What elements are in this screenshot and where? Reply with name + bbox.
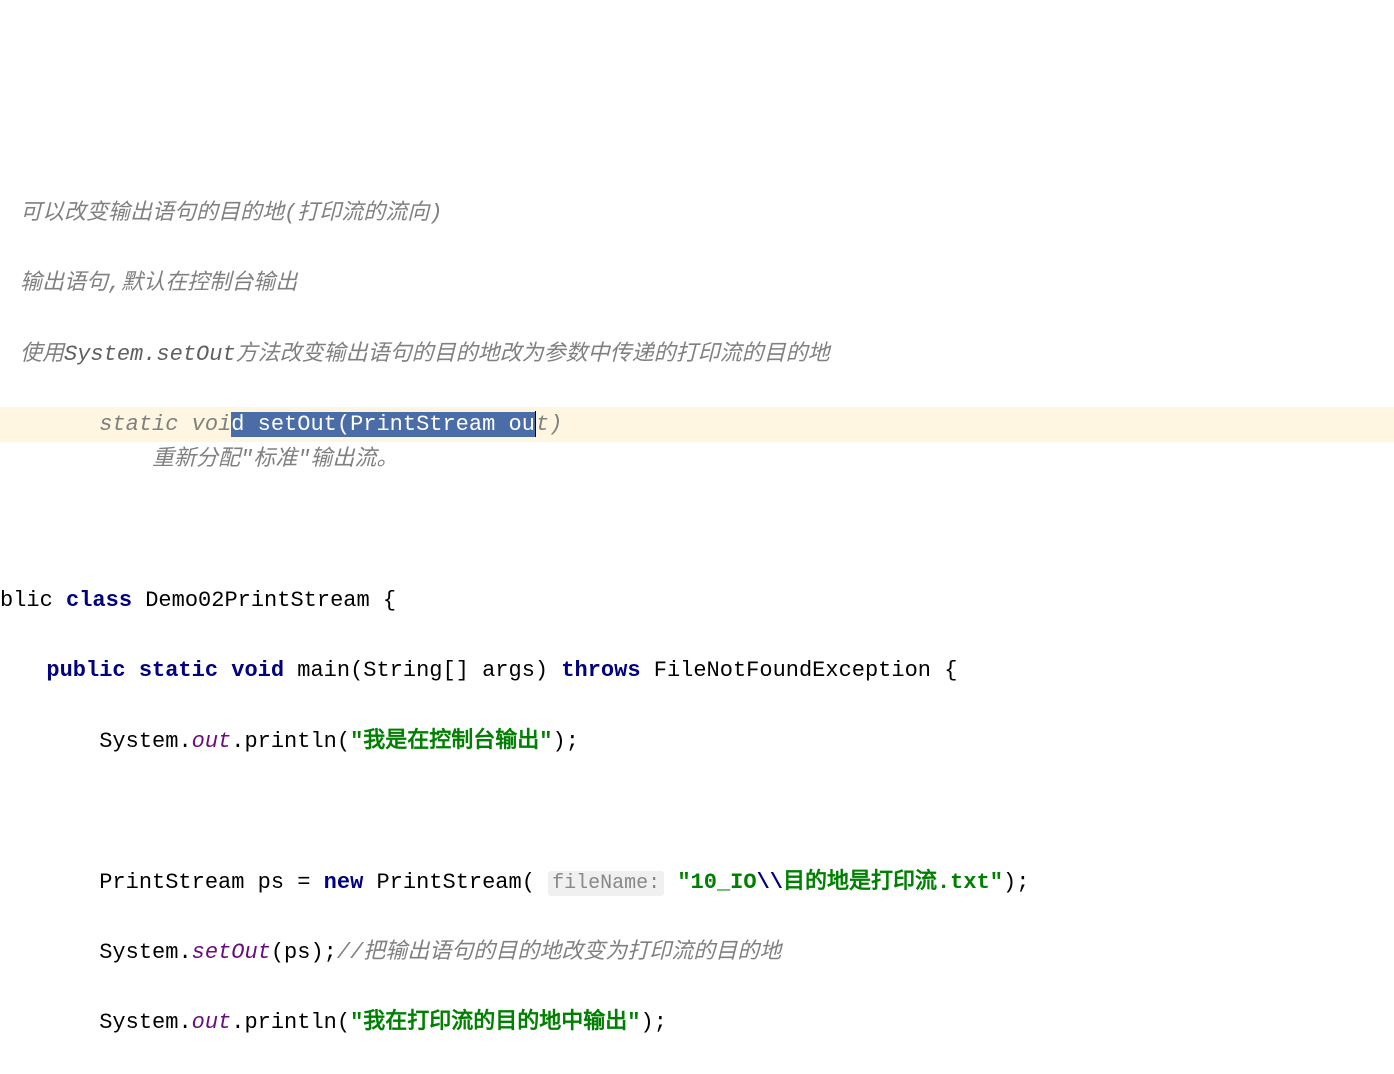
- comment-line-1: 可以改变输出语句的目的地(打印流的流向): [0, 196, 1394, 231]
- main-decl-line: public static void main(String[] args) t…: [0, 653, 1394, 688]
- println-line-2: System.out.println("我在打印流的目的地中输出");: [0, 1005, 1394, 1040]
- text-selection[interactable]: d setOut(PrintStream ou: [231, 412, 535, 437]
- comment-line-3: 使用System.setOut方法改变输出语句的目的地改为参数中传递的打印流的目…: [0, 337, 1394, 372]
- class-decl-line: blic class Demo02PrintStream {: [0, 583, 1394, 618]
- param-hint: fileName:: [548, 871, 664, 896]
- comment-line-2: 输出语句,默认在控制台输出: [0, 266, 1394, 301]
- setout-line: System.setOut(ps);//把输出语句的目的地改变为打印流的目的地: [0, 935, 1394, 970]
- code-editor[interactable]: 可以改变输出语句的目的地(打印流的流向) 输出语句,默认在控制台输出 使用Sys…: [0, 141, 1394, 1074]
- println-line-1: System.out.println("我是在控制台输出");: [0, 724, 1394, 759]
- blank-line-2: [0, 794, 1394, 829]
- blank-line-1: [0, 513, 1394, 548]
- signature-desc-line: 重新分配"标准"输出流。: [0, 442, 1394, 477]
- signature-line: static void setOut(PrintStream out): [0, 407, 1394, 442]
- printstream-decl-line: PrintStream ps = new PrintStream( fileNa…: [0, 865, 1394, 900]
